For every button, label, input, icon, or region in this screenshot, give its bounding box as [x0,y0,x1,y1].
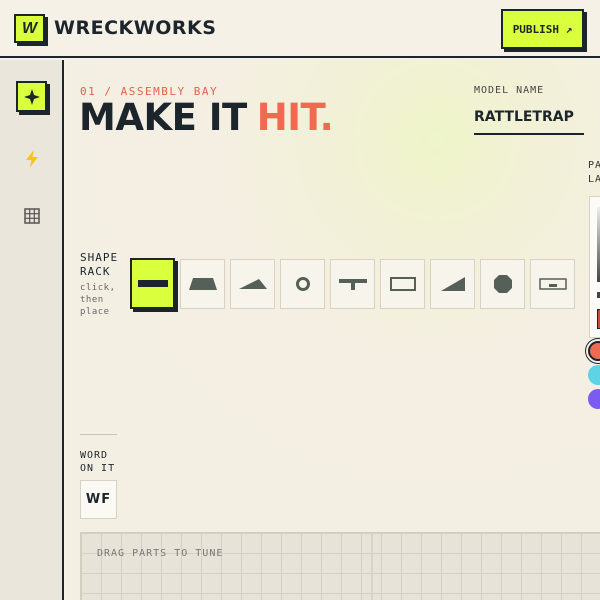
top-bar: W WRECKWORKS PUBLISH ↗ [0,0,600,58]
shape-trapezoid[interactable] [180,259,225,309]
shape-tee[interactable] [330,259,375,309]
layer-panel[interactable] [589,196,600,338]
tuning-canvas[interactable]: DRAG PARTS TO TUNE [80,532,600,600]
sparkle-icon [23,88,40,105]
color-swatch-cyan[interactable] [588,365,600,385]
color-swatch-violet[interactable] [588,389,600,409]
shape-rack-hint-line1: click, [80,283,116,293]
sidebar-item-bolt[interactable] [16,143,47,174]
wedge-shape-icon [238,279,267,289]
word-on-it-label: WORD ON IT [80,449,115,475]
shape-plate[interactable] [530,259,575,309]
shape-frame[interactable] [380,259,425,309]
ring-shape-icon [295,277,310,291]
brand-logo[interactable]: W [14,14,45,43]
canvas-seam [371,533,373,600]
shape-rack-hint: click, then place [80,282,116,318]
tee-shape-icon [338,279,367,290]
grid-icon [23,207,40,224]
shape-rack-label-line2: RACK [80,265,111,278]
word-on-it-label-line2: ON IT [80,463,116,474]
publish-button[interactable]: PUBLISH ↗ [501,9,584,49]
bar-shape-icon [137,279,168,287]
shape-rack-label: SHAPE RACK [80,251,118,279]
octagon-shape-icon [493,275,512,293]
model-name-label: MODEL NAME [474,85,545,96]
brand-name: WRECKWORKS [54,17,217,39]
bolt-icon [25,149,38,168]
panel-label-line1: PA [588,160,600,171]
shape-rack-hint-line3: place [80,307,110,317]
sidebar-item-sparkle[interactable] [16,81,47,112]
shape-ring[interactable] [280,259,325,309]
page-title-highlight: HIT. [256,96,334,139]
shape-wedge[interactable] [230,259,275,309]
page-title-part1: MAKE IT [79,96,247,139]
shape-octagon[interactable] [480,259,525,309]
shape-rack-label-line1: SHAPE [80,251,119,264]
plate-shape-icon [538,278,567,290]
color-swatch-coral[interactable] [588,341,600,361]
shape-rack-hint-line2: then [80,295,104,305]
ramp-shape-icon [440,277,465,291]
frame-shape-icon [389,277,416,291]
word-on-it-label-line1: WORD [80,450,109,461]
trapezoid-shape-icon [188,278,217,290]
section-divider [80,434,117,435]
assembly-bay: 01 / ASSEMBLY BAY MAKE IT HIT. MODEL NAME… [66,60,600,600]
panel-label-line2: LA [588,174,600,185]
model-name-input[interactable]: RATTLETRAP [474,105,584,135]
shape-bar[interactable] [130,258,175,309]
shape-ramp[interactable] [430,259,475,309]
panel-label: PA LA [588,159,600,187]
word-on-it-input[interactable]: WF [80,480,117,519]
canvas-hint: DRAG PARTS TO TUNE [97,548,224,559]
sidebar [0,60,64,600]
sidebar-item-grid[interactable] [16,200,47,231]
page-title: MAKE IT HIT. [79,96,334,139]
